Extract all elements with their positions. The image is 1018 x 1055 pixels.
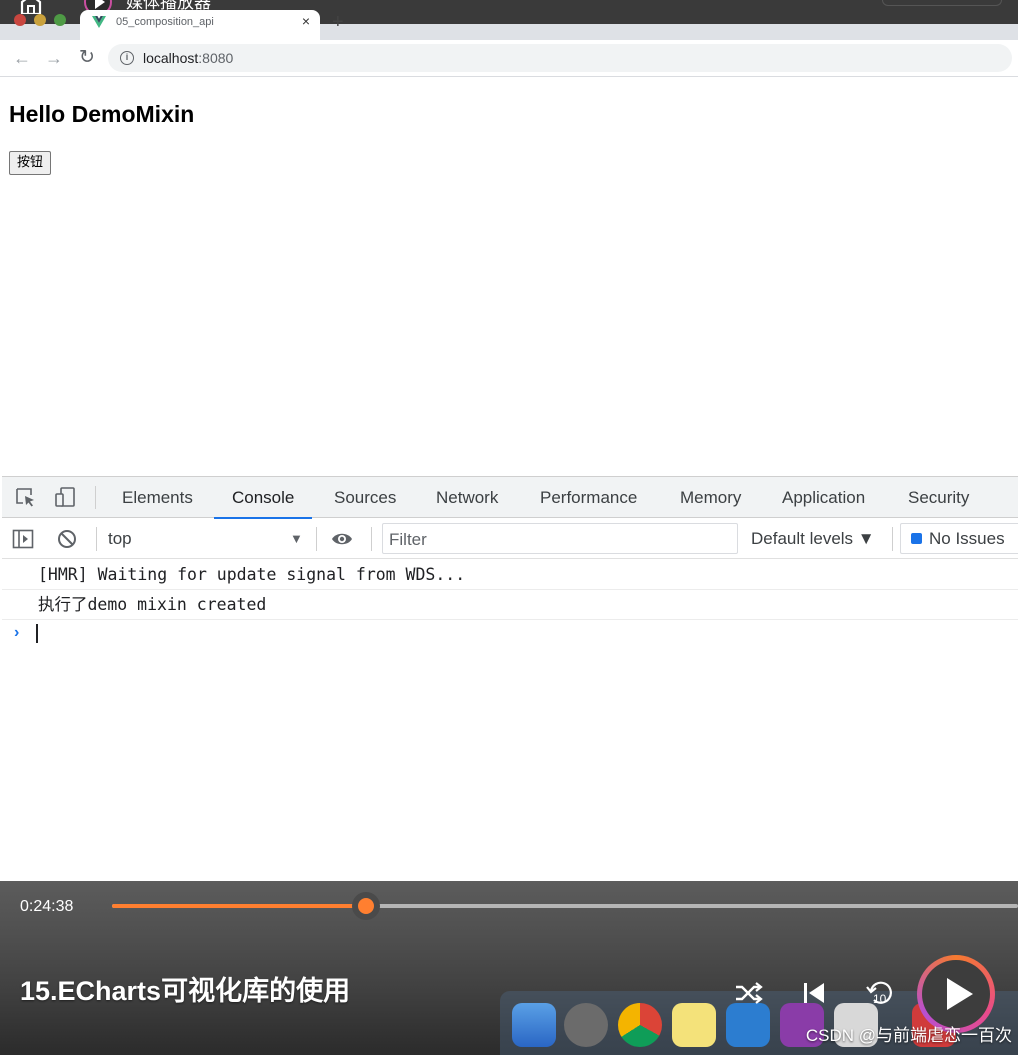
previous-icon[interactable] [796, 975, 832, 1011]
progress-thumb[interactable] [351, 892, 380, 920]
tab-title: 05_composition_api [116, 16, 214, 28]
finder-icon[interactable] [512, 1003, 556, 1047]
player-controls: 0:24:38 15.ECharts可视化库的使用 10 CSDN @与前端虐恋… [0, 881, 1018, 1055]
new-tab-button[interactable]: + [332, 12, 344, 32]
issues-label: No Issues [929, 529, 1005, 548]
tab-performance[interactable]: Performance [540, 477, 637, 518]
device-toolbar-icon[interactable] [54, 486, 76, 508]
notes-icon[interactable] [672, 1003, 716, 1047]
play-button[interactable] [917, 955, 995, 1033]
tab-elements[interactable]: Elements [122, 477, 193, 518]
url-host: localhost [143, 50, 199, 66]
replay-icon[interactable]: 10 [862, 975, 898, 1011]
chrome-icon[interactable] [618, 1003, 662, 1047]
tab-console[interactable]: Console [213, 477, 313, 519]
window-minimize-button[interactable] [34, 14, 46, 26]
issues-button[interactable]: No Issues [900, 523, 1018, 554]
window-zoom-button[interactable] [54, 14, 66, 26]
tab-network[interactable]: Network [436, 477, 498, 518]
forward-icon[interactable]: → [44, 48, 64, 68]
console-message: 执行了demo mixin created [2, 590, 1018, 620]
back-icon[interactable]: ← [12, 48, 32, 68]
home-icon[interactable] [18, 0, 44, 14]
clear-console-icon[interactable] [56, 528, 78, 550]
console-separator [96, 527, 97, 551]
page-button[interactable]: 按钮 [9, 151, 52, 175]
current-time: 0:24:38 [20, 898, 74, 915]
progress-fill [112, 904, 366, 908]
browser-tab[interactable]: 05_composition_api × [80, 10, 320, 40]
shuffle-icon[interactable] [730, 975, 766, 1011]
console-separator [371, 527, 372, 551]
progress-track[interactable] [112, 892, 1018, 920]
window-close-button[interactable] [14, 14, 26, 26]
browser-toolbar: ← → ↻ i localhost:8080 [0, 40, 1018, 77]
devtools-tabbar: Elements Console Sources Network Perform… [2, 477, 1018, 519]
console-sidebar-icon[interactable] [12, 528, 34, 550]
issues-flag-icon [911, 533, 922, 544]
console-separator [892, 527, 893, 551]
tab-memory[interactable]: Memory [680, 477, 741, 518]
video-title: 15.ECharts可视化库的使用 [20, 976, 351, 1006]
replay-seconds: 10 [873, 992, 887, 1006]
play-icon [922, 960, 990, 1028]
live-expression-icon[interactable] [331, 528, 353, 550]
filter-input[interactable] [389, 530, 729, 550]
log-levels-dropdown[interactable]: Default levels ▼ [751, 529, 875, 549]
context-dropdown-icon[interactable]: ▼ [290, 531, 303, 547]
tab-application[interactable]: Application [782, 477, 865, 518]
site-info-icon[interactable]: i [120, 51, 134, 65]
page-viewport: Hello DemoMixin 按钮 [2, 78, 1018, 476]
reload-icon[interactable]: ↻ [77, 48, 97, 68]
console-prompt[interactable]: › [2, 621, 1018, 647]
console-message: [HMR] Waiting for update signal from WDS… [2, 560, 1018, 590]
url-text[interactable]: localhost:8080 [143, 50, 233, 66]
filter-box[interactable] [382, 523, 738, 554]
devtools-panel: Elements Console Sources Network Perform… [2, 476, 1018, 881]
vue-logo-icon [92, 16, 106, 28]
page-heading: Hello DemoMixin [9, 101, 195, 127]
player-search-box[interactable] [882, 0, 1002, 6]
tab-close-button[interactable]: × [302, 14, 310, 28]
prompt-chevron-icon: › [14, 624, 20, 641]
tab-security[interactable]: Security [908, 477, 969, 518]
url-port: :8080 [198, 50, 234, 66]
tab-sources[interactable]: Sources [334, 477, 396, 518]
context-selector[interactable]: top [108, 529, 132, 549]
devtools-separator [95, 486, 96, 509]
launchpad-icon[interactable] [564, 1003, 608, 1047]
text-cursor [36, 624, 38, 643]
console-separator [316, 527, 317, 551]
watermark: CSDN @与前端虐恋一百次 [805, 1026, 1012, 1045]
inspect-element-icon[interactable] [14, 486, 36, 508]
address-bar[interactable]: i localhost:8080 [108, 44, 1012, 72]
console-toolbar: top ▼ Default levels ▼ No Issues [2, 519, 1018, 559]
